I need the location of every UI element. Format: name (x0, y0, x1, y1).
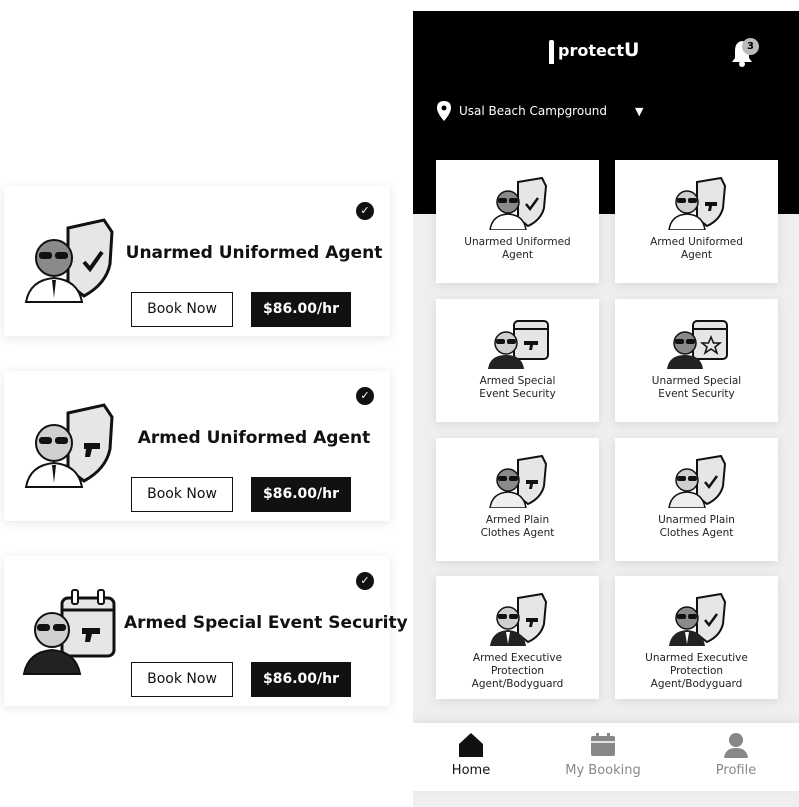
service-tile-unarmed-uniformed[interactable]: Unarmed Uniformed Agent (436, 160, 599, 283)
service-card-unarmed-uniformed[interactable]: ✓ Unarmed Uniformed Agent Book Now $86.0… (4, 186, 390, 336)
service-tile-unarmed-special-event[interactable]: Unarmed Special Event Security (615, 299, 778, 422)
price-badge: $86.00/hr (251, 477, 351, 512)
mobile-app-screen: protectU 3 Usal Beach Campground ▼ Unarm… (413, 11, 799, 807)
check-shield-icon (488, 176, 547, 230)
nav-label: Home (451, 763, 491, 778)
check-shield-icon (667, 454, 726, 508)
selected-check-icon: ✓ (356, 202, 374, 220)
selected-check-icon: ✓ (356, 572, 374, 590)
price-badge: $86.00/hr (251, 292, 351, 327)
gun-shield-icon (488, 454, 547, 508)
gun-shield-icon (489, 592, 547, 646)
book-now-button[interactable]: Book Now (131, 477, 233, 512)
app-logo: protectU (549, 39, 639, 64)
service-card-armed-special-event[interactable]: ✓ Armed Special Event Security Book Now … (4, 556, 408, 706)
nav-label: My Booking (565, 763, 641, 778)
book-now-button[interactable]: Book Now (131, 662, 233, 697)
tile-label: Unarmed Special Event Security (651, 375, 742, 400)
selected-check-icon: ✓ (356, 387, 374, 405)
book-now-button[interactable]: Book Now (131, 292, 233, 327)
tile-label: Armed Special Event Security (479, 375, 556, 400)
tile-label: Unarmed Plain Clothes Agent (658, 514, 735, 539)
calendar-gun-icon (487, 320, 549, 369)
card-title: Unarmed Uniformed Agent (125, 243, 383, 263)
tie-icon (549, 39, 554, 64)
service-tile-unarmed-executive[interactable]: Unarmed Executive Protection Agent/Bodyg… (615, 576, 778, 699)
notification-badge: 3 (742, 38, 759, 55)
tile-label: Armed Plain Clothes Agent (480, 514, 555, 539)
location-pin-icon (437, 101, 451, 121)
card-title: Armed Uniformed Agent (137, 428, 371, 448)
card-title: Armed Special Event Security (124, 613, 408, 633)
agent-shield-check-illustration (24, 218, 114, 303)
agent-calendar-gun-illustration (22, 589, 116, 675)
check-shield-icon (668, 592, 726, 646)
service-tile-armed-plain-clothes[interactable]: Armed Plain Clothes Agent (436, 438, 599, 561)
nav-my-booking[interactable]: My Booking (553, 731, 653, 778)
nav-profile[interactable]: Profile (686, 731, 786, 778)
service-tile-armed-special-event[interactable]: Armed Special Event Security (436, 299, 599, 422)
service-tile-armed-uniformed[interactable]: Armed Uniformed Agent (615, 160, 778, 283)
calendar-star-icon (666, 320, 728, 369)
bottom-navigation: Home My Booking Profile (413, 723, 799, 791)
location-label: Usal Beach Campground (459, 104, 608, 118)
nav-home[interactable]: Home (421, 731, 521, 778)
agent-shield-gun-illustration (24, 403, 114, 488)
location-selector[interactable]: Usal Beach Campground ▼ (437, 101, 644, 121)
profile-icon (724, 733, 748, 758)
service-tile-unarmed-plain-clothes[interactable]: Unarmed Plain Clothes Agent (615, 438, 778, 561)
tile-label: Unarmed Executive Protection Agent/Bodyg… (645, 652, 748, 690)
gun-shield-icon (667, 176, 726, 230)
nav-label: Profile (715, 763, 757, 778)
service-tile-armed-executive[interactable]: Armed Executive Protection Agent/Bodygua… (436, 576, 599, 699)
price-badge: $86.00/hr (251, 662, 351, 697)
chevron-down-icon: ▼ (635, 104, 644, 118)
service-card-armed-uniformed[interactable]: ✓ Armed Uniformed Agent Book Now $86.00/… (4, 371, 390, 521)
tile-label: Armed Uniformed Agent (650, 236, 743, 261)
tile-label: Unarmed Uniformed Agent (464, 236, 571, 261)
tile-label: Armed Executive Protection Agent/Bodygua… (471, 652, 564, 690)
home-icon (459, 733, 483, 757)
booking-icon (591, 733, 615, 756)
